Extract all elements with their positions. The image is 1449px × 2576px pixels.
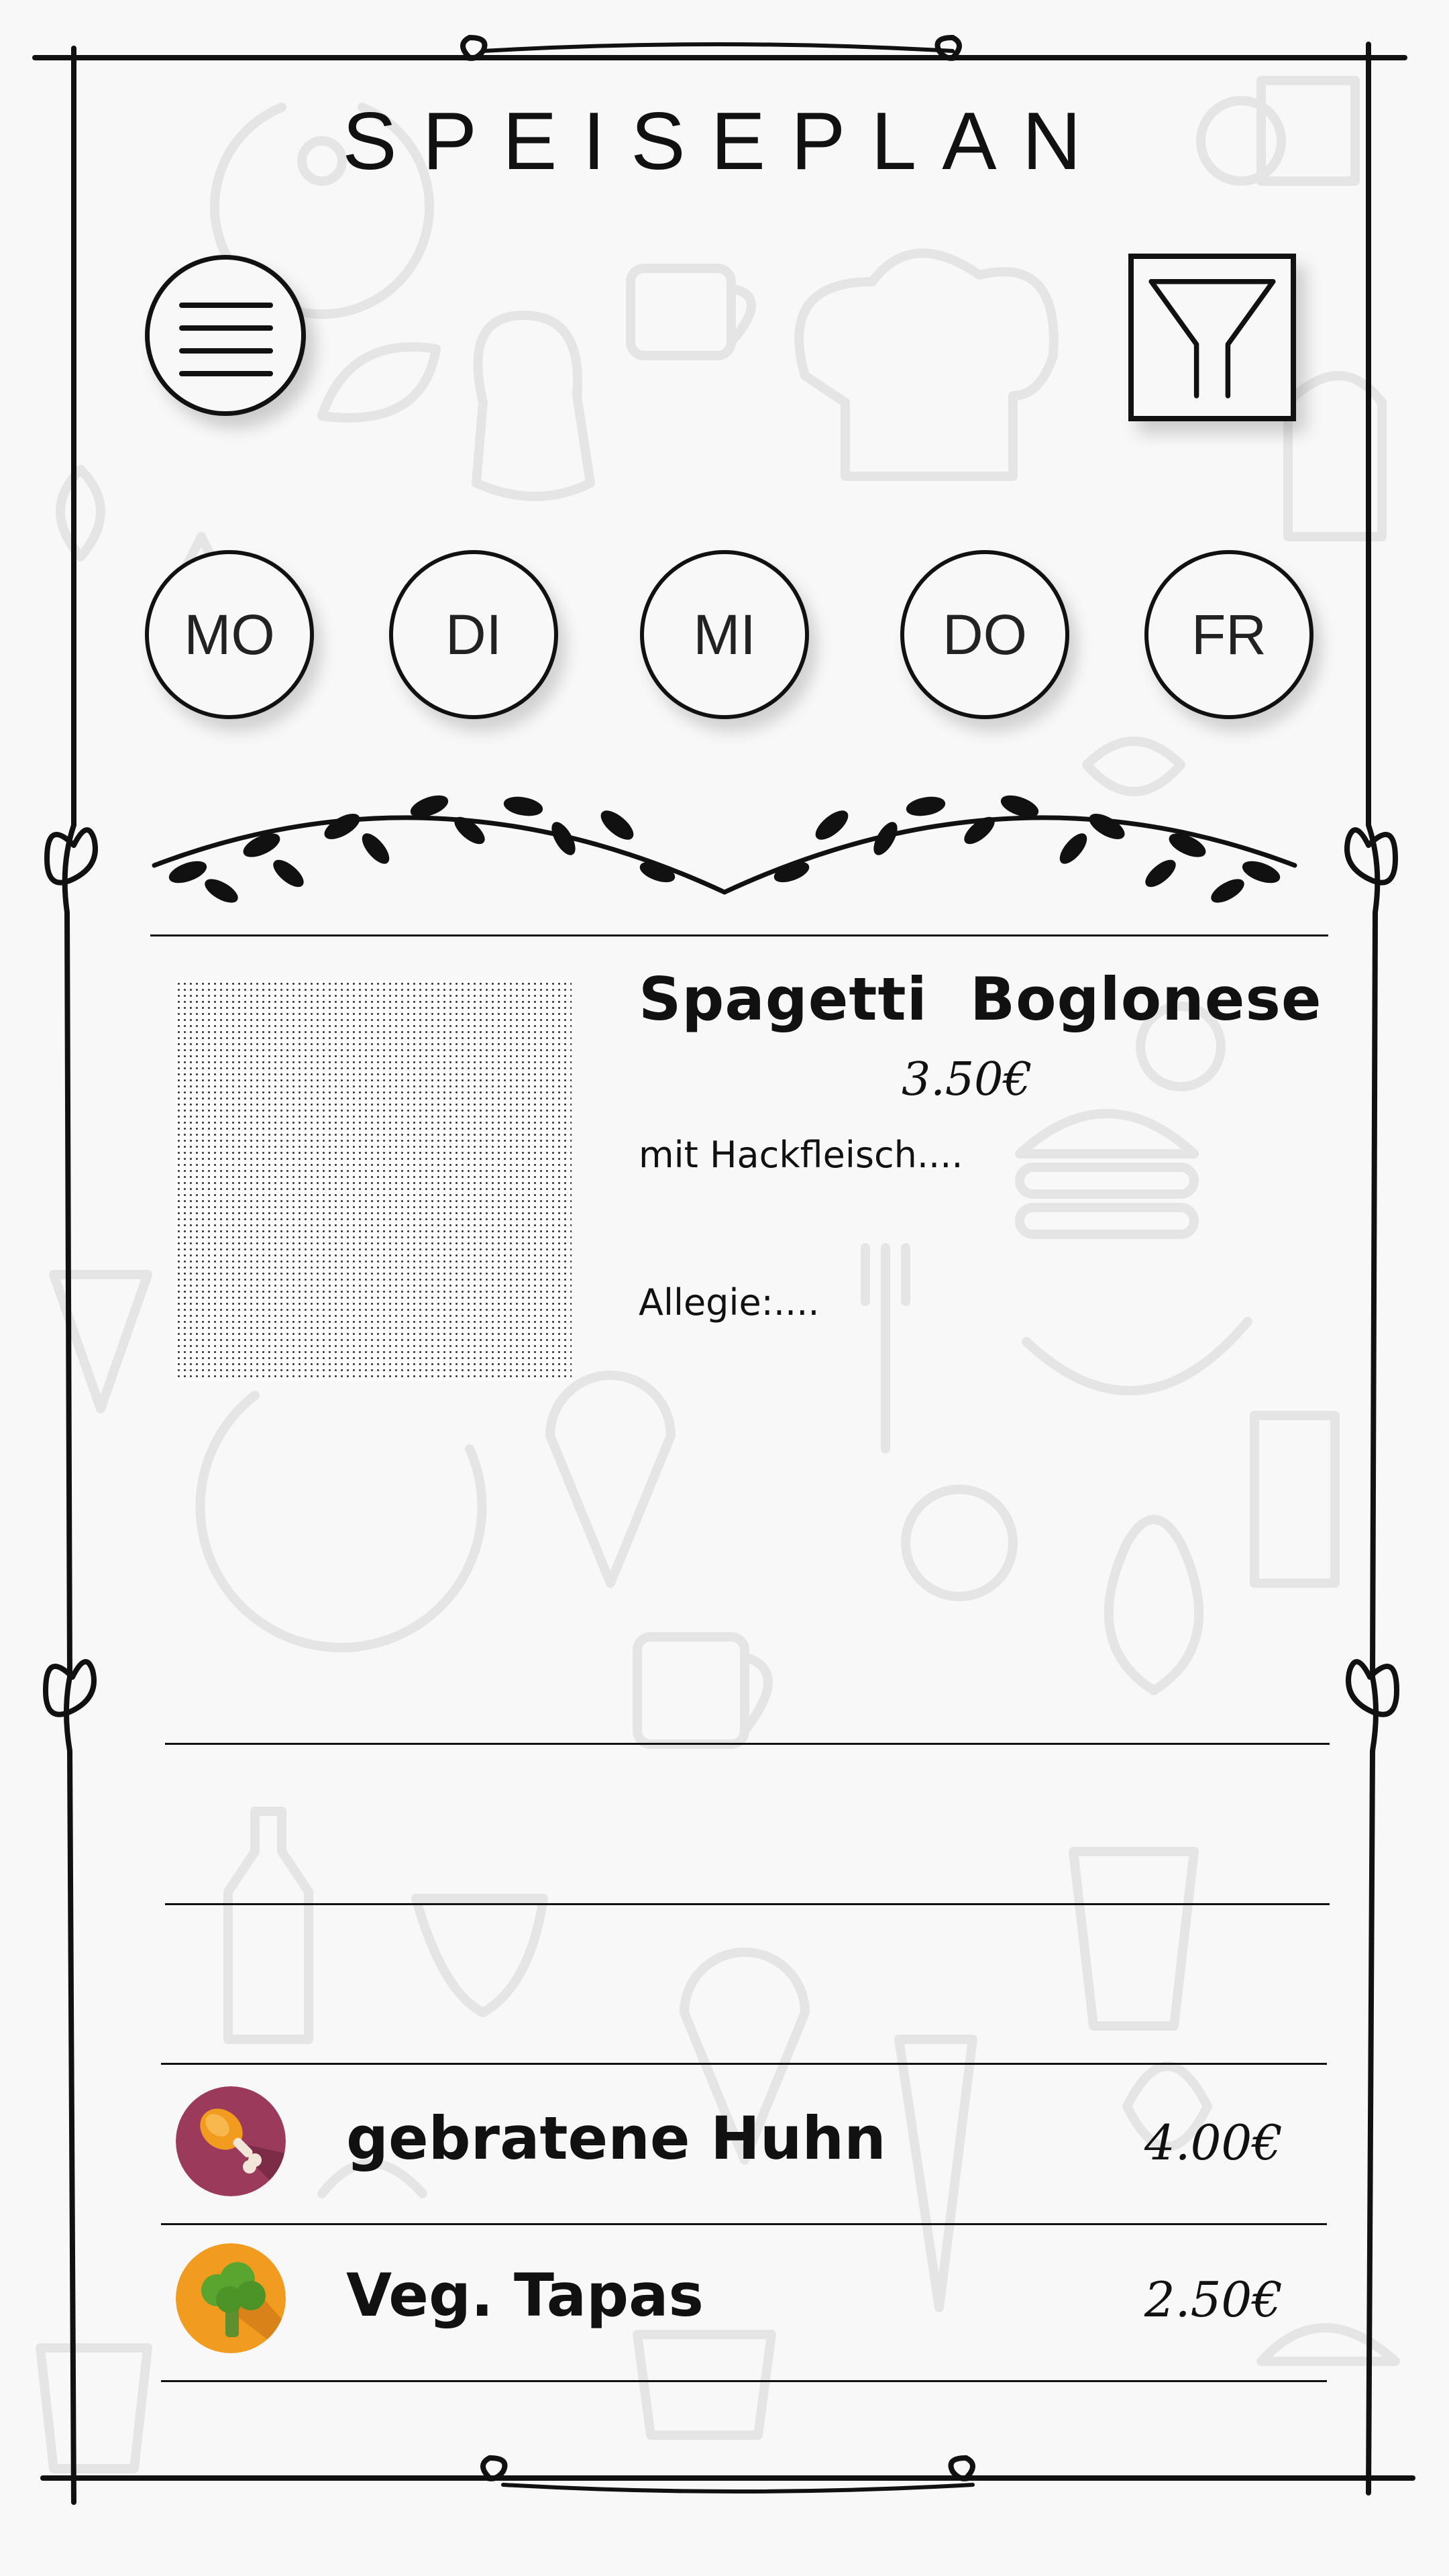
day-button-di[interactable]: DI — [389, 550, 558, 719]
list-item-price: 2.50€ — [1144, 2271, 1283, 2328]
list-divider — [161, 2223, 1327, 2225]
filter-funnel-icon — [1148, 278, 1276, 398]
featured-dish-title: Spagetti Boglonese — [639, 965, 1322, 1034]
broccoli-icon — [176, 2243, 286, 2353]
featured-dish-price: 3.50€ — [902, 1053, 1032, 1106]
menu-page: SPEISEPLAN MO DI MI DO FR Spagetti Boglo… — [0, 0, 1449, 2576]
filter-button[interactable] — [1128, 254, 1296, 421]
featured-top-divider — [150, 934, 1328, 936]
day-button-do[interactable]: DO — [900, 550, 1069, 719]
list-divider — [165, 1903, 1330, 1905]
list-item-price: 4.00€ — [1144, 2114, 1283, 2171]
list-divider — [165, 1743, 1330, 1745]
day-button-mi[interactable]: MI — [640, 550, 809, 719]
list-item-name: Veg. Tapas — [346, 2261, 704, 2330]
list-divider — [161, 2063, 1327, 2065]
vine-divider — [152, 795, 1297, 903]
featured-dish-image[interactable] — [176, 981, 572, 1380]
page-title: SPEISEPLAN — [342, 95, 1107, 186]
featured-dish-description: mit Hackfleisch.... — [639, 1134, 963, 1176]
chicken-leg-icon — [176, 2086, 286, 2196]
list-divider — [161, 2380, 1327, 2382]
day-button-mo[interactable]: MO — [145, 550, 314, 719]
list-item-name: gebratene Huhn — [346, 2104, 886, 2173]
menu-button[interactable] — [145, 255, 306, 416]
featured-dish-allergy: Allegie:.... — [639, 1281, 820, 1324]
day-button-fr[interactable]: FR — [1144, 550, 1313, 719]
